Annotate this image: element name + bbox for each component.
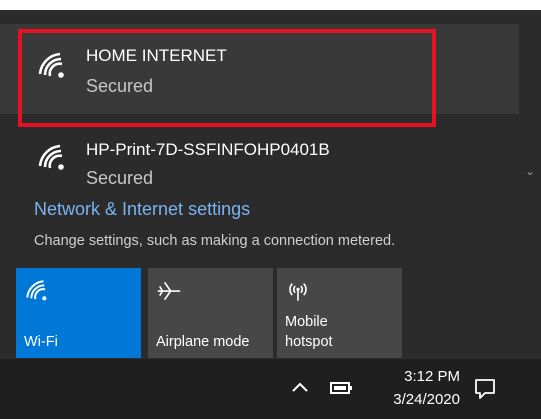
network-status: Secured	[86, 168, 154, 188]
airplane-mode-tile[interactable]: Airplane mode	[148, 268, 273, 358]
airplane-icon	[157, 282, 181, 300]
network-settings-description: Change settings, such as making a connec…	[34, 233, 396, 249]
taskbar: 3:12 PM 3/24/2020	[0, 359, 541, 419]
clock-date[interactable]: 3/24/2020	[370, 391, 460, 408]
highlight-box	[18, 29, 436, 127]
wifi-icon	[38, 144, 64, 170]
network-name: HP-Print-7D-SSFINFOHP0401B	[86, 140, 330, 159]
tile-label-line2: hotspot	[285, 334, 333, 350]
top-strip	[0, 0, 541, 10]
tile-label: Mobile hotspot	[285, 312, 333, 352]
scrollbar[interactable]: ⌄	[519, 10, 541, 186]
tile-label-line1: Mobile	[285, 314, 328, 330]
network-settings-link[interactable]: Network & Internet settings	[34, 199, 250, 220]
wifi-toggle-tile[interactable]: Wi-Fi	[16, 268, 141, 358]
notification-icon[interactable]	[473, 377, 497, 401]
hotspot-icon	[289, 283, 307, 301]
tile-label: Wi-Fi	[24, 334, 58, 350]
chevron-up-icon[interactable]	[287, 375, 313, 401]
tile-label: Airplane mode	[156, 334, 250, 350]
wifi-icon	[26, 280, 47, 301]
scroll-down-icon[interactable]: ⌄	[519, 160, 541, 182]
battery-icon[interactable]	[328, 377, 356, 399]
mobile-hotspot-tile[interactable]: Mobile hotspot	[277, 268, 402, 358]
network-flyout: HOME INTERNET Secured HP-Print-7D-SSFINF…	[0, 0, 541, 359]
clock-time[interactable]: 3:12 PM	[380, 368, 460, 385]
